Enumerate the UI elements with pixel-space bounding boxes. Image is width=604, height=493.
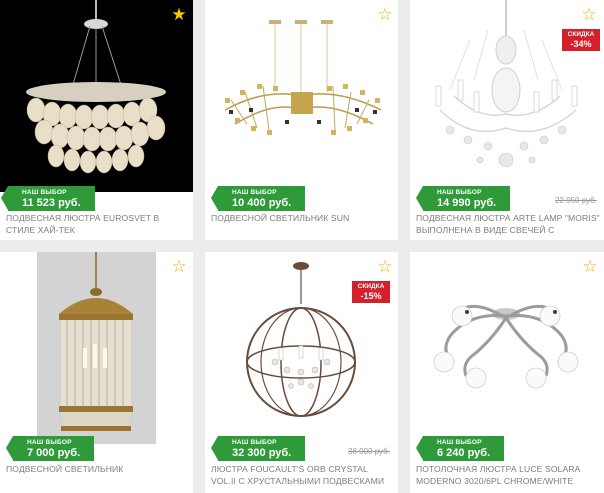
our-choice-badge: НАШ ВЫБОР 6 240 руб.: [415, 436, 505, 461]
product-price: 10 400 руб.: [232, 197, 292, 209]
product-photo[interactable]: [410, 252, 604, 444]
product-title[interactable]: ПОТОЛОЧНАЯ ЛЮСТРА LUCE SOLARA MODERNO 30…: [416, 463, 600, 487]
product-title[interactable]: ЛЮСТРА FOUCAULT'S ORB CRYSTAL VOL.II С Х…: [211, 463, 394, 487]
product-price: 32 300 руб.: [232, 447, 292, 459]
product-price: 7 000 руб.: [27, 447, 81, 459]
product-price: 11 523 руб.: [22, 197, 81, 209]
product-card[interactable]: ☆ НАШ ВЫБОР 7 000 руб. ПОДВЕСНОЙ СВЕТИЛЬ…: [0, 252, 193, 493]
our-choice-label: НАШ ВЫБОР: [232, 439, 277, 446]
favorite-star-icon[interactable]: ☆: [376, 258, 394, 276]
our-choice-label: НАШ ВЫБОР: [22, 189, 67, 196]
our-choice-label: НАШ ВЫБОР: [232, 189, 277, 196]
lantern-pendant-image: [37, 252, 156, 444]
product-photo[interactable]: [37, 252, 156, 444]
discount-badge: СКИДКА -15%: [352, 281, 390, 303]
old-price: 22 950 руб.: [555, 196, 597, 205]
ceiling-chandelier-image: [410, 252, 604, 444]
our-choice-label: НАШ ВЫБОР: [27, 439, 72, 446]
our-choice-label: НАШ ВЫБОР: [437, 189, 482, 196]
discount-value: -15%: [360, 291, 382, 301]
our-choice-label: НАШ ВЫБОР: [437, 439, 482, 446]
chandelier-image: [0, 0, 193, 192]
product-title[interactable]: ПОДВЕСНОЙ СВЕТИЛЬНИК SUN: [211, 212, 394, 224]
product-price: 14 990 руб.: [437, 197, 497, 209]
product-card[interactable]: ☆ НАШ ВЫБОР 6 240 руб. ПОТОЛОЧНАЯ ЛЮСТРА…: [410, 252, 604, 493]
pendant-light-image: [205, 0, 398, 192]
product-card[interactable]: ☆ СКИДКА -34% 22 950 руб. НАШ ВЫБОР 14 9…: [410, 0, 604, 240]
product-card[interactable]: ★ НАШ ВЫБОР 11 523 руб. ПОДВЕСНАЯ ЛЮСТРА…: [0, 0, 193, 240]
discount-label: СКИДКА: [567, 31, 595, 38]
old-price: 38 000 руб.: [348, 447, 390, 456]
favorite-star-icon[interactable]: ☆: [581, 258, 599, 276]
our-choice-badge: НАШ ВЫБОР 14 990 руб.: [415, 186, 511, 211]
favorite-star-icon[interactable]: ☆: [376, 6, 394, 24]
product-price: 6 240 руб.: [437, 447, 491, 459]
favorite-star-icon[interactable]: ☆: [580, 6, 598, 24]
product-title[interactable]: ПОДВЕСНАЯ ЛЮСТРА EUROSVET В СТИЛЕ ХАЙ-ТЕ…: [6, 212, 189, 236]
product-title[interactable]: ПОДВЕСНОЙ СВЕТИЛЬНИК: [6, 463, 189, 475]
our-choice-badge: НАШ ВЫБОР 10 400 руб.: [210, 186, 306, 211]
discount-label: СКИДКА: [357, 283, 385, 290]
our-choice-badge: НАШ ВЫБОР 32 300 руб.: [210, 436, 306, 461]
product-card[interactable]: ☆ НАШ ВЫБОР 10 400 руб. ПОДВЕСНОЙ СВЕТИЛ…: [205, 0, 398, 240]
product-title[interactable]: ПОДВЕСНАЯ ЛЮСТРА ARTE LAMP "MORIS" ВЫПОЛ…: [416, 212, 600, 236]
discount-badge: СКИДКА -34%: [562, 29, 600, 51]
product-card[interactable]: ☆ СКИДКА -15% 38 000 руб. НАШ ВЫБОР 32 3…: [205, 252, 398, 493]
product-photo[interactable]: [0, 0, 193, 192]
favorite-star-icon[interactable]: ☆: [170, 258, 188, 276]
our-choice-badge: НАШ ВЫБОР 7 000 руб.: [5, 436, 95, 461]
product-photo[interactable]: [205, 0, 398, 192]
discount-value: -34%: [570, 39, 592, 49]
our-choice-badge: НАШ ВЫБОР 11 523 руб.: [1, 186, 95, 211]
favorite-star-icon[interactable]: ★: [170, 6, 188, 24]
